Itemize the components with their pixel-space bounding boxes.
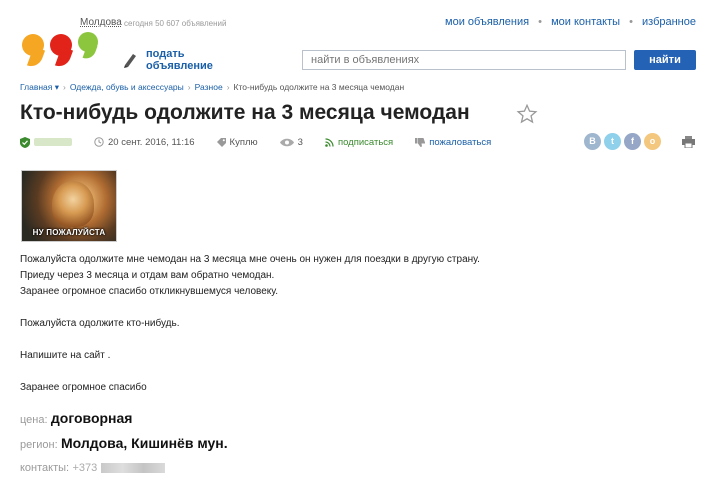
separator: • xyxy=(629,16,633,28)
eye-icon xyxy=(279,138,294,146)
post-ad-label: подать объявление xyxy=(146,48,213,72)
thumb-down-icon xyxy=(415,137,426,147)
description-line: Пожалуйста одолжите мне чемодан на 3 мес… xyxy=(20,254,480,265)
ad-meta: 20 сент. 2016, 11:16 Куплю 3 подписаться… xyxy=(20,135,513,149)
breadcrumb-separator: › xyxy=(62,82,66,92)
ad-description: Пожалуйста одолжите мне чемодан на 3 мес… xyxy=(20,252,480,396)
subscribe-link[interactable]: подписаться xyxy=(325,137,393,148)
ad-photo[interactable]: НУ ПОЖАЛУЙСТА xyxy=(21,170,117,242)
description-line: Напишите на сайт . xyxy=(20,350,111,361)
view-count-text: 3 xyxy=(297,136,303,148)
my-contacts-link[interactable]: мои контакты xyxy=(551,16,620,28)
contacts-value: +373 xyxy=(72,462,98,474)
photo-caption: НУ ПОЖАЛУЙСТА xyxy=(32,228,106,237)
facebook-icon[interactable]: f xyxy=(624,133,641,150)
post-date-text: 20 сент. 2016, 11:16 xyxy=(108,136,195,148)
breadcrumb-subcategory[interactable]: Разное xyxy=(195,82,223,92)
rss-icon xyxy=(325,137,334,147)
report-link[interactable]: пожаловаться xyxy=(415,137,491,148)
subscribe-text: подписаться xyxy=(337,136,394,148)
tag-icon xyxy=(216,137,226,147)
page-title: Кто-нибудь одолжите на 3 месяца чемодан xyxy=(20,101,470,124)
ad-type-text: Куплю xyxy=(229,136,258,148)
logo-shape-orange xyxy=(22,34,44,56)
description-line: Приеду через 3 месяца и отдам вам обратн… xyxy=(20,270,275,281)
description-line: Заранее огромное спасибо xyxy=(20,382,147,393)
ad-type: Куплю xyxy=(216,136,258,148)
search-button[interactable]: найти xyxy=(634,50,696,70)
description-line: Заранее огромное спасибо откликнувшемуся… xyxy=(20,286,279,297)
post-date: 20 сент. 2016, 11:16 xyxy=(94,137,195,148)
separator: • xyxy=(538,16,543,28)
breadcrumb-current: Кто-нибудь одолжите на 3 месяца чемодан xyxy=(233,82,405,92)
dog-image xyxy=(52,181,94,227)
odnoklassniki-icon[interactable]: о xyxy=(644,133,661,150)
author-name-blurred xyxy=(34,138,72,146)
breadcrumb: Главная ▾ › Одежда, обувь и аксессуары › Раз… xyxy=(20,82,404,93)
contacts-label: контакты: xyxy=(20,462,70,474)
report-text: пожаловаться xyxy=(429,136,492,148)
region-label: регион: xyxy=(20,439,58,451)
contacts-field: контакты: +373 xyxy=(20,460,166,474)
logo-shape-red xyxy=(50,34,72,56)
breadcrumb-separator: › xyxy=(187,82,191,92)
post-ad-button[interactable]: подать объявление xyxy=(122,46,216,74)
site-logo[interactable] xyxy=(22,30,100,70)
price-field: цена: договорная xyxy=(20,410,132,426)
view-count: 3 xyxy=(279,136,303,148)
share-buttons: В t f о xyxy=(584,133,664,150)
vk-icon[interactable]: В xyxy=(584,133,601,150)
clock-icon xyxy=(94,137,104,147)
logo-shape-green xyxy=(78,32,98,52)
phone-number-blurred[interactable] xyxy=(101,462,166,473)
region-selector[interactable]: Молдова xyxy=(80,17,122,28)
region-value: Молдова, Кишинёв мун. xyxy=(60,435,228,451)
breadcrumb-separator: › xyxy=(226,82,230,92)
pencil-icon xyxy=(124,54,136,68)
printer-icon[interactable] xyxy=(682,136,695,148)
breadcrumb-category[interactable]: Одежда, обувь и аксессуары xyxy=(70,82,184,92)
breadcrumb-home[interactable]: Главная ▾ xyxy=(20,82,59,92)
region-field: регион: Молдова, Кишинёв мун. xyxy=(20,435,228,451)
verified-shield-icon xyxy=(20,136,30,148)
favorites-link[interactable]: избранное xyxy=(642,16,696,28)
price-label: цена: xyxy=(20,414,48,426)
price-value: договорная xyxy=(50,410,133,426)
my-ads-link[interactable]: мои объявления xyxy=(445,16,529,28)
author[interactable] xyxy=(20,136,72,148)
favorite-star-icon[interactable] xyxy=(516,103,538,125)
ads-count: сегодня 50 607 объявлений xyxy=(124,19,227,28)
description-line: Пожалуйста одолжите кто-нибудь. xyxy=(20,318,180,329)
twitter-icon[interactable]: t xyxy=(604,133,621,150)
search-input[interactable] xyxy=(302,50,626,70)
top-links: мои объявления • мои контакты • избранно… xyxy=(445,16,696,28)
top-bar: Молдова сегодня 50 607 объявлений мои об… xyxy=(0,0,720,36)
